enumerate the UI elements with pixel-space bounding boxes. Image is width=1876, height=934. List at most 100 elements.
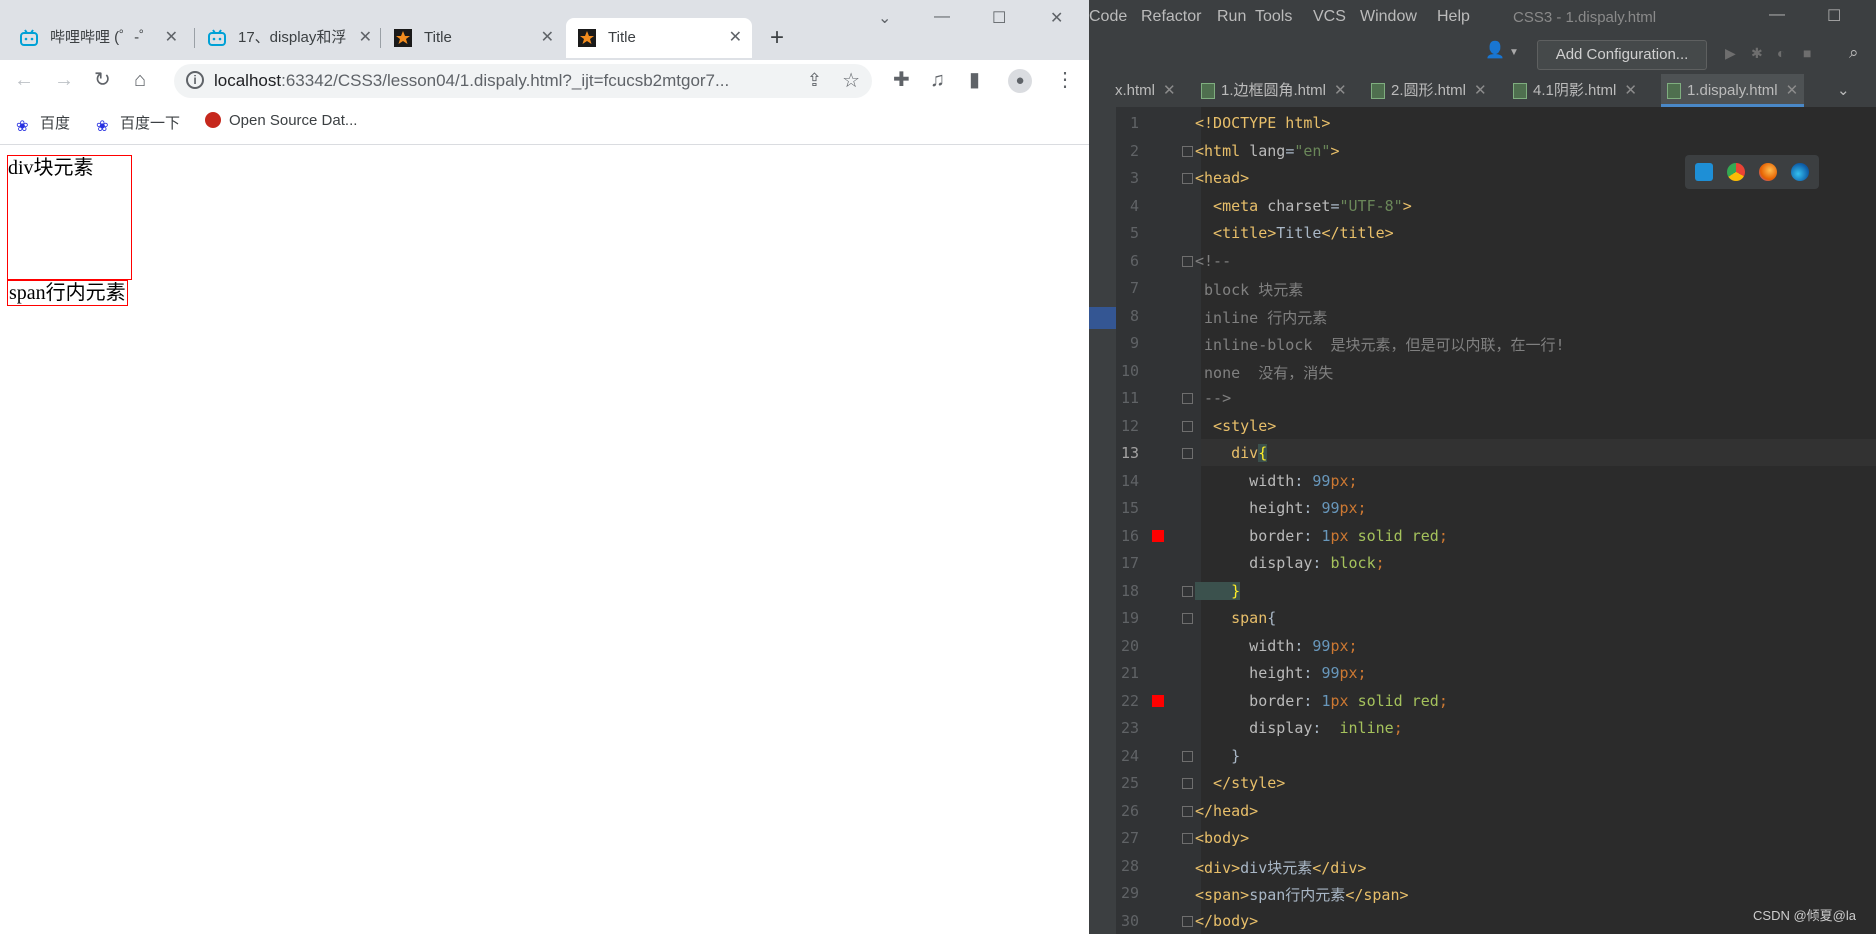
reload-icon[interactable]: ↻ bbox=[94, 69, 111, 91]
debug-icon[interactable]: ✱ bbox=[1751, 46, 1765, 60]
browser-tab-title-1[interactable]: Title ✕ bbox=[382, 18, 564, 58]
code-line[interactable]: </style> bbox=[1195, 774, 1285, 792]
code-line[interactable]: inline-block 是块元素，但是可以内联，在一行! bbox=[1195, 334, 1564, 355]
close-icon[interactable]: ✕ bbox=[1624, 82, 1637, 99]
tab-x-html[interactable]: x.html ✕ bbox=[1109, 74, 1182, 107]
code-line[interactable]: inline 行内元素 bbox=[1195, 307, 1327, 328]
fold-marker-icon[interactable] bbox=[1182, 145, 1193, 157]
breakpoint-marker[interactable] bbox=[1152, 529, 1164, 542]
run-icon[interactable]: ▶ bbox=[1725, 46, 1739, 60]
close-window-icon[interactable]: ✕ bbox=[1050, 8, 1063, 28]
code-line[interactable]: <head> bbox=[1195, 169, 1249, 187]
code-line[interactable]: height: 99px; bbox=[1195, 664, 1366, 682]
menu-kebab-icon[interactable]: ⋮ bbox=[1055, 69, 1075, 91]
fold-marker-icon[interactable] bbox=[1182, 448, 1193, 459]
close-icon[interactable]: ✕ bbox=[1786, 82, 1799, 99]
code-line[interactable]: width: 99px; bbox=[1195, 472, 1357, 490]
code-line[interactable]: --> bbox=[1195, 389, 1231, 407]
fold-marker-icon[interactable] bbox=[1182, 915, 1193, 927]
fold-marker-icon[interactable] bbox=[1182, 613, 1193, 624]
close-icon[interactable]: ✕ bbox=[165, 18, 178, 58]
tab-search-icon[interactable]: ⌄ bbox=[878, 8, 891, 28]
code-line[interactable]: <html lang="en"> bbox=[1195, 142, 1340, 160]
code-line[interactable]: <div>div块元素</div> bbox=[1195, 857, 1366, 878]
maximize-icon[interactable]: ☐ bbox=[992, 8, 1006, 28]
code-line[interactable]: height: 99px; bbox=[1195, 499, 1366, 517]
close-icon[interactable]: ✕ bbox=[541, 18, 554, 58]
tab-circle[interactable]: 2.圆形.html ✕ bbox=[1365, 74, 1493, 107]
menu-window[interactable]: Window bbox=[1360, 8, 1417, 26]
browser-tab-display[interactable]: 17、display和浮 ✕ bbox=[196, 18, 382, 58]
fold-marker-icon[interactable] bbox=[1182, 833, 1193, 844]
code-line[interactable]: border: 1px solid red; bbox=[1195, 527, 1448, 545]
media-control-icon[interactable]: ♫ bbox=[930, 69, 945, 91]
maximize-icon[interactable]: ☐ bbox=[1827, 6, 1841, 26]
fold-marker-icon[interactable] bbox=[1182, 420, 1193, 432]
share-icon[interactable]: ⇪ bbox=[807, 70, 822, 91]
url-text[interactable]: localhost:63342/CSS3/lesson04/1.dispaly.… bbox=[214, 71, 729, 91]
tab-shadow[interactable]: 4.1阴影.html ✕ bbox=[1507, 74, 1643, 107]
code-line[interactable]: block 块元素 bbox=[1195, 279, 1303, 300]
fold-marker-icon[interactable] bbox=[1182, 805, 1193, 817]
tab-border-radius[interactable]: 1.边框圆角.html ✕ bbox=[1195, 74, 1353, 107]
profile-avatar[interactable]: ● bbox=[1008, 69, 1032, 93]
minimize-icon[interactable]: — bbox=[934, 8, 950, 26]
code-line[interactable]: span{ bbox=[1195, 609, 1276, 627]
tab-dispaly[interactable]: 1.dispaly.html ✕ bbox=[1661, 74, 1805, 107]
browser-tab-bilibili[interactable]: 哔哩哔哩 (゜-゜ ✕ bbox=[8, 18, 188, 58]
close-icon[interactable]: ✕ bbox=[1334, 82, 1347, 99]
fold-marker-icon[interactable] bbox=[1182, 750, 1193, 762]
coverage-icon[interactable]: ◐ bbox=[1777, 46, 1791, 60]
address-bar[interactable]: i localhost:63342/CSS3/lesson04/1.dispal… bbox=[174, 64, 872, 98]
close-icon[interactable]: ✕ bbox=[729, 18, 742, 58]
bookmark-star-icon[interactable]: ☆ bbox=[842, 68, 860, 93]
code-line[interactable]: <span>span行内元素</span> bbox=[1195, 884, 1409, 905]
menu-tools[interactable]: Tools bbox=[1255, 8, 1292, 26]
code-line[interactable]: </head> bbox=[1195, 802, 1258, 820]
stop-icon[interactable]: ■ bbox=[1803, 46, 1817, 60]
bookmark-open-source[interactable]: Open Source Dat... bbox=[205, 112, 357, 129]
code-line[interactable]: } bbox=[1195, 747, 1240, 765]
add-configuration-button[interactable]: Add Configuration... bbox=[1537, 40, 1707, 70]
menu-refactor[interactable]: Refactor bbox=[1141, 8, 1201, 26]
search-icon[interactable]: ⌕ bbox=[1849, 44, 1863, 61]
code-line[interactable]: </body> bbox=[1195, 912, 1258, 930]
breakpoint-marker[interactable] bbox=[1152, 694, 1164, 707]
close-icon[interactable]: ✕ bbox=[1474, 82, 1487, 99]
close-icon[interactable]: ✕ bbox=[1163, 82, 1176, 99]
site-info-icon[interactable]: i bbox=[186, 71, 204, 89]
fold-marker-icon[interactable] bbox=[1182, 778, 1193, 789]
fold-marker-icon[interactable] bbox=[1182, 585, 1193, 597]
webstorm-icon[interactable] bbox=[1695, 163, 1713, 181]
chevron-down-icon[interactable]: ▼ bbox=[1509, 46, 1523, 60]
chrome-icon[interactable] bbox=[1727, 163, 1745, 181]
code-line[interactable]: <!DOCTYPE html> bbox=[1195, 114, 1330, 132]
code-line[interactable]: } bbox=[1195, 581, 1241, 600]
back-icon[interactable]: ← bbox=[14, 69, 34, 91]
code-line[interactable]: <body> bbox=[1195, 829, 1249, 847]
minimize-icon[interactable]: — bbox=[1769, 6, 1785, 24]
code-line[interactable]: <meta charset="UTF-8"> bbox=[1195, 197, 1412, 215]
home-icon[interactable]: ⌂ bbox=[134, 69, 146, 91]
user-icon[interactable]: 👤 bbox=[1485, 43, 1505, 59]
tabs-overflow-icon[interactable]: ⌄ bbox=[1831, 74, 1856, 107]
side-panel-icon[interactable]: ▮ bbox=[969, 69, 980, 91]
bookmark-baidu-search[interactable]: ❀ 百度一下 bbox=[96, 112, 180, 135]
fold-marker-icon[interactable] bbox=[1182, 255, 1193, 267]
extensions-icon[interactable]: ✚ bbox=[893, 69, 910, 91]
firefox-icon[interactable] bbox=[1759, 163, 1777, 181]
menu-vcs[interactable]: VCS bbox=[1313, 8, 1346, 26]
menu-run[interactable]: Run bbox=[1217, 8, 1246, 26]
menu-code[interactable]: Code bbox=[1089, 8, 1127, 26]
forward-icon[interactable]: → bbox=[54, 69, 74, 91]
code-line[interactable]: display: block; bbox=[1195, 554, 1384, 572]
code-line[interactable]: width: 99px; bbox=[1195, 637, 1357, 655]
browser-tab-title-active[interactable]: Title ✕ bbox=[566, 18, 752, 58]
code-line[interactable]: <!-- bbox=[1195, 252, 1231, 270]
code-line[interactable]: <title>Title</title> bbox=[1195, 224, 1394, 242]
code-line[interactable]: none 没有，消失 bbox=[1195, 362, 1333, 383]
fold-marker-icon[interactable] bbox=[1182, 393, 1193, 404]
edge-icon[interactable] bbox=[1791, 163, 1809, 181]
code-line[interactable]: display: inline; bbox=[1195, 719, 1403, 737]
code-line[interactable]: div{ bbox=[1195, 444, 1268, 462]
